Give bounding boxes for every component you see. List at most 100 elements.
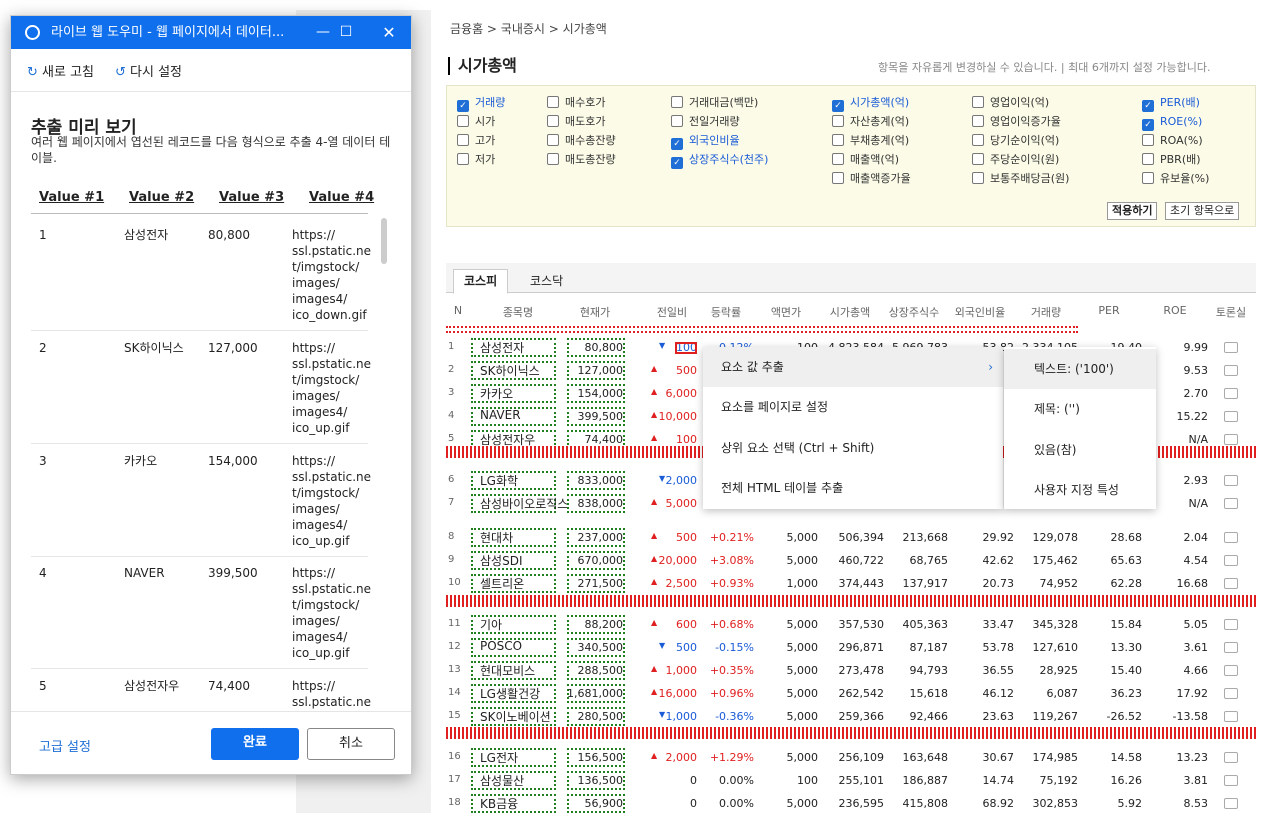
stock-name-link[interactable]: NAVER (480, 408, 521, 422)
checkbox[interactable] (1142, 172, 1154, 184)
option-10[interactable]: ✓ 외국인비율 (671, 134, 740, 150)
checkbox[interactable] (457, 134, 469, 146)
checkbox[interactable] (972, 153, 984, 165)
reset-items-button[interactable]: 초기 항목으로 (1165, 202, 1240, 220)
cancel-button[interactable]: 취소 (307, 728, 395, 760)
option-13[interactable]: 자산총계(억) (832, 115, 909, 129)
comment-icon[interactable] (1224, 688, 1238, 699)
stock-name-link[interactable]: 삼성바이오로직스 (480, 495, 568, 512)
menu-select-parent[interactable]: 상위 요소 선택 (Ctrl + Shift) (703, 428, 1003, 468)
stock-name-link[interactable]: 삼성SDI (480, 552, 522, 569)
option-5[interactable]: 매도호가 (547, 115, 605, 129)
checkbox[interactable] (547, 134, 559, 146)
checkbox[interactable] (832, 172, 844, 184)
comment-icon[interactable] (1224, 365, 1238, 376)
stock-name-link[interactable]: LG화학 (480, 472, 518, 489)
option-6[interactable]: 매수총잔량 (547, 134, 616, 148)
comment-icon[interactable] (1224, 555, 1238, 566)
comment-icon[interactable] (1224, 578, 1238, 589)
option-9[interactable]: 전일거래량 (671, 115, 740, 129)
submenu-text[interactable]: 텍스트: ('100') (1004, 349, 1156, 389)
checkbox[interactable] (671, 115, 683, 127)
comment-icon[interactable] (1224, 711, 1238, 722)
option-15[interactable]: 매출액(억) (832, 153, 899, 167)
option-24[interactable]: ROA(%) (1142, 134, 1203, 148)
stock-name-link[interactable]: 삼성전자 (480, 339, 524, 356)
stock-name-link[interactable]: 현대모비스 (480, 662, 535, 679)
checkbox[interactable]: ✓ (1142, 119, 1154, 131)
close-icon[interactable]: ✕ (369, 16, 409, 49)
checkbox[interactable] (972, 96, 984, 108)
option-8[interactable]: 거래대금(백만) (671, 96, 758, 110)
comment-icon[interactable] (1224, 411, 1238, 422)
checkbox[interactable] (457, 153, 469, 165)
submenu-exists[interactable]: 있음(참) (1004, 430, 1156, 470)
stock-name-link[interactable]: 기아 (480, 616, 502, 633)
comment-icon[interactable] (1224, 388, 1238, 399)
comment-icon[interactable] (1224, 775, 1238, 786)
checkbox[interactable] (972, 115, 984, 127)
menu-extract-table[interactable]: 전체 HTML 테이블 추출 (703, 468, 1003, 508)
submenu-title[interactable]: 제목: ('') (1004, 389, 1156, 429)
checkbox[interactable] (832, 153, 844, 165)
option-11[interactable]: ✓ 상장주식수(천주) (671, 153, 768, 169)
reset-button[interactable]: ↺ 다시 설정 (115, 61, 182, 80)
comment-icon[interactable] (1224, 498, 1238, 509)
stock-name-link[interactable]: POSCO (480, 639, 522, 653)
option-4[interactable]: 매수호가 (547, 96, 605, 110)
maximize-icon[interactable]: ☐ (326, 16, 366, 49)
checkbox[interactable] (457, 115, 469, 127)
comment-icon[interactable] (1224, 475, 1238, 486)
checkbox[interactable] (1142, 134, 1154, 146)
tab-kosdaq[interactable]: 코스닥 (520, 270, 573, 293)
stock-name-link[interactable]: 셀트리온 (480, 575, 524, 592)
submenu-custom-attr[interactable]: 사용자 지정 특성 (1004, 470, 1156, 510)
checkbox[interactable] (547, 115, 559, 127)
comment-icon[interactable] (1224, 642, 1238, 653)
checkbox[interactable] (972, 172, 984, 184)
option-26[interactable]: 유보율(%) (1142, 172, 1209, 186)
option-22[interactable]: ✓ PER(배) (1142, 96, 1200, 112)
checkbox[interactable] (832, 134, 844, 146)
option-3[interactable]: 저가 (457, 153, 495, 167)
checkbox[interactable] (832, 115, 844, 127)
done-button[interactable]: 완료 (211, 728, 299, 760)
option-12[interactable]: ✓ 시가총액(억) (832, 96, 909, 112)
checkbox[interactable] (547, 153, 559, 165)
refresh-button[interactable]: ↻ 새로 고침 (27, 61, 94, 80)
comment-icon[interactable] (1224, 665, 1238, 676)
option-18[interactable]: 영업이익증가율 (972, 115, 1061, 129)
option-16[interactable]: 매출액증가율 (832, 172, 911, 186)
option-2[interactable]: 고가 (457, 134, 495, 148)
stock-name-link[interactable]: KB금융 (480, 795, 518, 812)
comment-icon[interactable] (1224, 342, 1238, 353)
stock-name-link[interactable]: LG전자 (480, 749, 518, 766)
option-25[interactable]: PBR(배) (1142, 153, 1201, 167)
option-21[interactable]: 보통주배당금(원) (972, 172, 1069, 186)
checkbox[interactable]: ✓ (671, 157, 683, 169)
option-7[interactable]: 매도총잔량 (547, 153, 616, 167)
checkbox[interactable]: ✓ (832, 100, 844, 112)
option-1[interactable]: 시가 (457, 115, 495, 129)
option-20[interactable]: 주당순이익(원) (972, 153, 1059, 167)
menu-extract-value[interactable]: 요소 값 추출 › (703, 347, 1003, 387)
menu-set-as-page[interactable]: 요소를 페이지로 설정 (703, 387, 1003, 427)
option-14[interactable]: 부채총계(억) (832, 134, 909, 148)
stock-name-link[interactable]: 카카오 (480, 385, 513, 402)
checkbox[interactable]: ✓ (1142, 100, 1154, 112)
stock-name-link[interactable]: SK이노베이션 (480, 708, 551, 725)
option-17[interactable]: 영업이익(억) (972, 96, 1049, 110)
scrollbar-thumb[interactable] (381, 218, 387, 264)
stock-name-link[interactable]: LG생활건강 (480, 685, 540, 702)
stock-name-link[interactable]: 삼성물산 (480, 772, 524, 789)
checkbox[interactable] (547, 96, 559, 108)
apply-button[interactable]: 적용하기 (1107, 202, 1158, 220)
comment-icon[interactable] (1224, 434, 1238, 445)
checkbox[interactable]: ✓ (671, 138, 683, 150)
stock-name-link[interactable]: 현대차 (480, 529, 513, 546)
option-0[interactable]: ✓ 거래량 (457, 96, 505, 112)
advanced-settings-link[interactable]: 고급 설정 (39, 736, 91, 755)
checkbox[interactable]: ✓ (457, 100, 469, 112)
comment-icon[interactable] (1224, 532, 1238, 543)
checkbox[interactable] (972, 134, 984, 146)
